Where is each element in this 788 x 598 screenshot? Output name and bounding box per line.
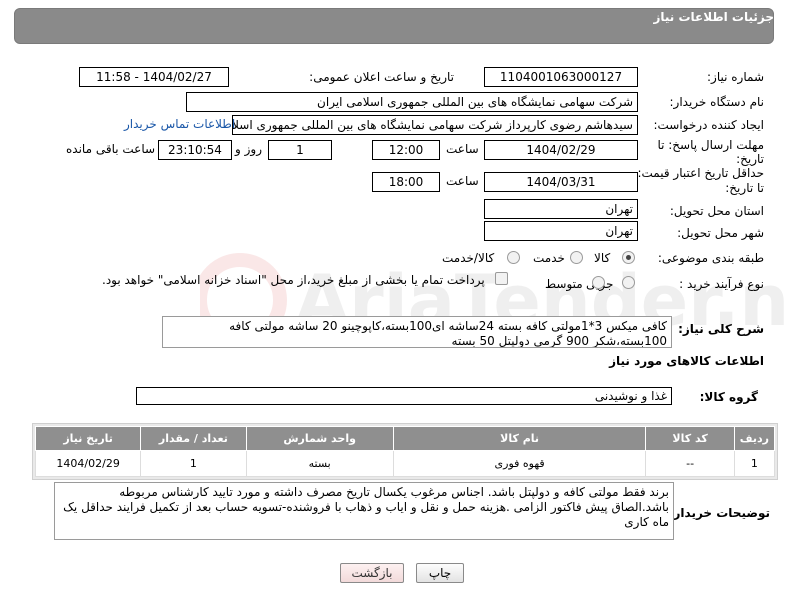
buyer-notes-textarea[interactable]: برند فقط مولتی کافه و دولپتل باشد. اجناس… bbox=[54, 482, 674, 540]
days-field: 1 bbox=[268, 140, 332, 160]
treasury-payment-checkbox[interactable] bbox=[495, 272, 508, 285]
process-label: نوع فرآیند خرید : bbox=[679, 277, 764, 291]
announce-label: تاریخ و ساعت اعلان عمومی: bbox=[309, 70, 454, 84]
province-field: تهران bbox=[484, 199, 638, 219]
category-service-radio[interactable] bbox=[570, 251, 583, 264]
col-header-name: نام کالا bbox=[392, 426, 647, 451]
description-label: شرح کلی نیاز: bbox=[678, 322, 764, 336]
print-button[interactable]: چاپ bbox=[416, 563, 464, 583]
items-table-wrapper: ردیف کد کالا نام کالا واحد شمارش تعداد /… bbox=[32, 423, 778, 480]
col-header-code: کد کالا bbox=[645, 426, 735, 451]
creator-label: ایجاد کننده درخواست: bbox=[653, 118, 764, 132]
items-table-header-row: ردیف کد کالا نام کالا واحد شمارش تعداد /… bbox=[34, 426, 776, 451]
cell-name: قهوه فوری bbox=[392, 450, 647, 477]
province-label: استان محل تحویل: bbox=[669, 204, 764, 218]
city-field: تهران bbox=[484, 221, 638, 241]
city-label: شهر محل تحویل: bbox=[677, 226, 764, 240]
deadline-label: مهلت ارسال پاسخ: تا bbox=[657, 138, 764, 152]
creator-field: سیدهاشم رضوی کارپرداز شرکت سهامی نمایشگا… bbox=[232, 115, 638, 135]
buyer-org-label: نام دستگاه خریدار: bbox=[669, 95, 765, 109]
cell-date: 1404/02/29 bbox=[34, 450, 142, 477]
deadline-label-2: تاریخ: bbox=[736, 152, 764, 166]
goods-group-field: غذا و نوشیدنی bbox=[136, 387, 672, 405]
cell-unit: بسته bbox=[245, 450, 394, 477]
buyer-org-field: شرکت سهامی نمایشگاه های بین المللی جمهور… bbox=[186, 92, 638, 112]
announce-field: 1404/02/27 - 11:58 bbox=[79, 67, 229, 87]
process-minor-radio[interactable] bbox=[622, 276, 635, 289]
category-label: طبقه بندی موضوعی: bbox=[657, 251, 764, 265]
deadline-time-label: ساعت bbox=[446, 142, 479, 156]
cell-row: 1 bbox=[733, 450, 776, 477]
cell-code: -- bbox=[645, 450, 735, 477]
category-both-radio[interactable] bbox=[507, 251, 520, 264]
process-medium-radio[interactable] bbox=[592, 276, 605, 289]
category-service-label: خدمت bbox=[533, 251, 565, 265]
col-header-unit: واحد شمارش bbox=[245, 426, 394, 451]
validity-time-field: 18:00 bbox=[372, 172, 440, 192]
buyer-contact-link[interactable]: اطلاعات تماس خریدار bbox=[124, 117, 235, 131]
category-both-label: کالا/خدمت bbox=[442, 251, 495, 265]
days-label: روز و bbox=[235, 142, 262, 156]
treasury-payment-note: پرداخت تمام یا بخشی از مبلغ خرید،از محل … bbox=[102, 273, 485, 287]
category-goods-label: کالا bbox=[594, 251, 611, 265]
col-header-qty: تعداد / مقدار bbox=[140, 426, 247, 451]
deadline-date-field: 1404/02/29 bbox=[484, 140, 638, 160]
items-table: ردیف کد کالا نام کالا واحد شمارش تعداد /… bbox=[34, 426, 776, 477]
page-title: جزئیات اطلاعات نیاز bbox=[653, 10, 774, 24]
goods-group-label: گروه کالا: bbox=[699, 390, 758, 404]
remaining-time-field: 23:10:54 bbox=[158, 140, 232, 160]
description-textarea[interactable]: کافی میکس 3*1مولتی کافه بسته 24ساشه ای10… bbox=[162, 316, 672, 348]
cell-qty: 1 bbox=[140, 450, 247, 477]
need-number-field: 1104001063000127 bbox=[484, 67, 638, 87]
table-row: 1 -- قهوه فوری بسته 1 1404/02/29 bbox=[34, 450, 776, 477]
remaining-label: ساعت باقی مانده bbox=[66, 142, 156, 156]
validity-date-field: 1404/03/31 bbox=[484, 172, 638, 192]
deadline-time-field: 12:00 bbox=[372, 140, 440, 160]
goods-info-title: اطلاعات کالاهای مورد نیاز bbox=[609, 354, 764, 368]
validity-time-label: ساعت bbox=[446, 174, 479, 188]
buyer-notes-label: توضیحات خریدار: bbox=[668, 506, 770, 520]
col-header-row: ردیف bbox=[733, 426, 776, 451]
category-goods-radio[interactable] bbox=[622, 251, 635, 264]
validity-label-2: تا تاریخ: bbox=[725, 181, 764, 195]
validity-label: حداقل تاریخ اعتبار قیمت: bbox=[637, 166, 764, 180]
back-button[interactable]: بازگشت bbox=[340, 563, 404, 583]
process-medium-label: متوسط bbox=[545, 277, 583, 291]
need-number-label: شماره نیاز: bbox=[707, 70, 764, 84]
col-header-date: تاریخ نیاز bbox=[34, 426, 142, 451]
